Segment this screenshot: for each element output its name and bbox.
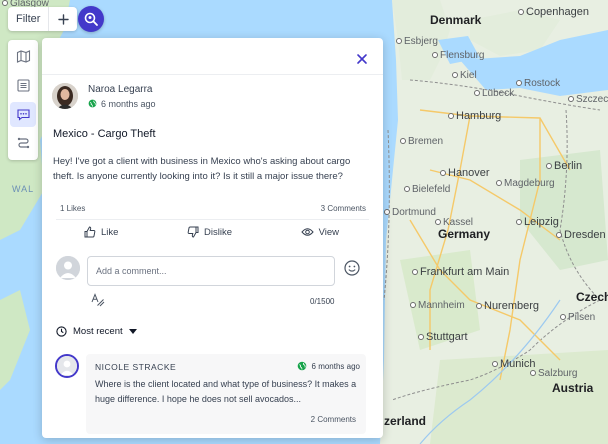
reply-comments-count[interactable]: 2 Comments xyxy=(311,415,356,424)
rail-item-route[interactable] xyxy=(10,131,36,156)
city-label: Leipzig xyxy=(516,216,559,228)
city-label: Frankfurt am Main xyxy=(412,266,509,278)
reply-author-name[interactable]: NICOLE STRACKE xyxy=(95,362,176,372)
thumbs-down-icon xyxy=(187,226,199,238)
post-stats: 1 Likes 3 Comments xyxy=(60,204,366,213)
reply-time: 6 months ago xyxy=(311,361,360,371)
city-label: Berlin xyxy=(546,160,582,172)
view-label: View xyxy=(318,226,339,238)
clock-icon xyxy=(56,326,67,337)
plus-icon xyxy=(58,13,69,25)
chat-icon xyxy=(16,109,30,121)
country-label-austria: Austria xyxy=(552,381,594,395)
post-detail-panel: Naroa Legarra 6 months ago Mexico - Carg… xyxy=(42,38,383,438)
post-header: Naroa Legarra 6 months ago xyxy=(52,83,156,109)
close-icon xyxy=(357,54,367,64)
city-label: Copenhagen xyxy=(518,6,589,18)
add-button[interactable] xyxy=(49,7,77,31)
likes-count[interactable]: 1 Likes xyxy=(60,204,85,213)
reply-author-avatar[interactable] xyxy=(55,354,79,378)
translate-button[interactable] xyxy=(91,293,105,312)
current-user-avatar xyxy=(56,256,80,280)
city-label: Dresden xyxy=(556,229,606,241)
user-placeholder-icon xyxy=(57,356,77,376)
sea-label: WAL xyxy=(12,184,35,194)
city-label: Salzburg xyxy=(530,368,577,379)
globe-icon xyxy=(297,361,306,371)
emoji-button[interactable] xyxy=(344,260,360,281)
tool-rail xyxy=(8,40,38,160)
search-location-icon xyxy=(84,12,98,26)
view-button[interactable]: View xyxy=(300,226,339,238)
sort-label: Most recent xyxy=(73,326,123,337)
author-avatar[interactable] xyxy=(52,83,78,109)
caret-down-icon xyxy=(128,329,137,334)
comment-input[interactable] xyxy=(87,256,335,286)
city-label: Magdeburg xyxy=(496,178,555,189)
city-label: Szczecin xyxy=(568,94,608,105)
reply-body: Where is the client located and what typ… xyxy=(95,379,357,404)
filter-button[interactable]: Filter xyxy=(8,7,50,31)
city-label: Bremen xyxy=(400,136,443,147)
comments-count[interactable]: 3 Comments xyxy=(321,204,366,213)
post-actions: Like Dislike View xyxy=(84,226,339,238)
author-name[interactable]: Naroa Legarra xyxy=(88,84,156,95)
eye-icon xyxy=(300,228,314,236)
city-label: Lübeck xyxy=(474,88,514,99)
like-button[interactable]: Like xyxy=(84,226,118,238)
dislike-button[interactable]: Dislike xyxy=(187,226,232,238)
city-label: Hamburg xyxy=(448,110,501,122)
country-label-switzerland: zerland xyxy=(384,414,427,428)
post-title: Mexico - Cargo Theft xyxy=(53,128,156,140)
comment-card: NICOLE STRACKE 6 months ago Where is the… xyxy=(86,354,366,434)
city-label: Dortmund xyxy=(384,207,436,218)
rail-item-map[interactable] xyxy=(10,44,36,69)
city-label: Hanover xyxy=(440,167,490,179)
divider xyxy=(42,74,383,75)
list-icon xyxy=(16,79,30,92)
sort-dropdown[interactable]: Most recent xyxy=(56,326,137,337)
location-search-button[interactable] xyxy=(78,6,104,32)
rail-item-list[interactable] xyxy=(10,73,36,98)
post-time: 6 months ago xyxy=(101,98,156,109)
city-label: Kiel xyxy=(452,70,477,81)
country-label-germany: Germany xyxy=(438,227,491,241)
city-label: Stuttgart xyxy=(418,331,468,343)
route-icon xyxy=(17,137,29,149)
close-button[interactable] xyxy=(355,52,369,66)
city-label: Bielefeld xyxy=(404,184,450,195)
city-label: Flensburg xyxy=(432,50,484,61)
thumbs-up-icon xyxy=(84,226,96,238)
country-label-denmark: Denmark xyxy=(430,13,482,27)
city-label: Pilsen xyxy=(560,312,595,323)
smiley-icon xyxy=(344,260,360,276)
translate-icon xyxy=(91,293,105,307)
globe-icon xyxy=(88,99,97,108)
like-label: Like xyxy=(101,226,119,238)
city-label: Esbjerg xyxy=(396,36,438,47)
city-label: Munich xyxy=(492,358,535,370)
city-label: Mannheim xyxy=(410,300,465,311)
user-placeholder-icon xyxy=(56,256,80,280)
avatar-photo xyxy=(52,83,78,109)
map-icon xyxy=(16,50,30,63)
char-counter: 0/1500 xyxy=(310,297,335,306)
city-label: Nuremberg xyxy=(476,300,539,312)
city-label: Rostock xyxy=(516,78,560,89)
post-meta: 6 months ago xyxy=(88,99,156,109)
dislike-label: Dislike xyxy=(204,226,232,238)
filter-bar: Filter xyxy=(8,7,78,31)
country-label-czech: Czech xyxy=(576,290,608,304)
rail-item-chat[interactable] xyxy=(10,102,36,127)
reply-meta: 6 months ago xyxy=(297,361,360,371)
divider xyxy=(56,219,369,220)
post-body: Hey! I've got a client with business in … xyxy=(53,156,351,182)
